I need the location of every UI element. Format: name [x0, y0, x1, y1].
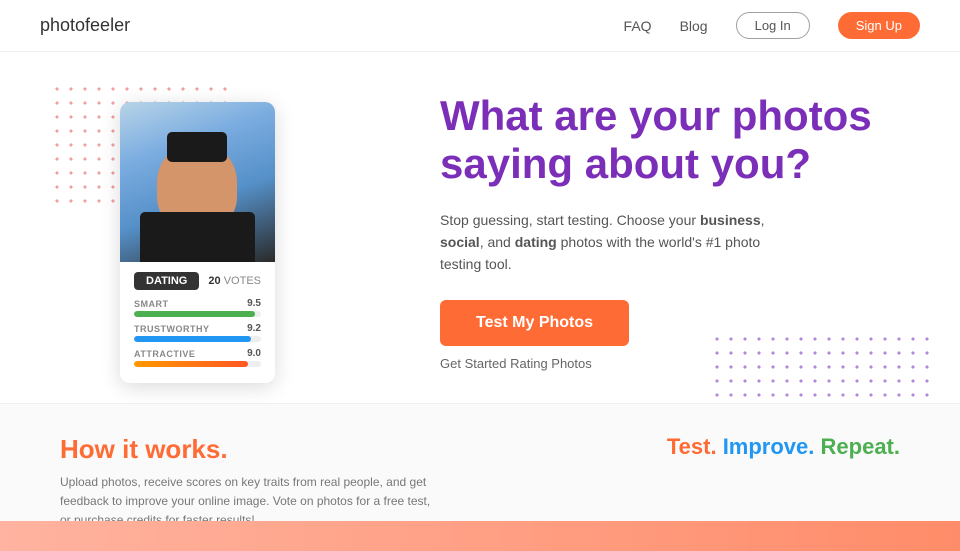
bar-score-trustworthy: 9.2 — [247, 323, 261, 334]
hero-section: DATING 20 VOTES SMART 9.5 — [0, 52, 960, 403]
bar-label-attractive: ATTRACTIVE — [134, 349, 195, 359]
signup-button[interactable]: Sign Up — [838, 12, 920, 39]
profile-photo — [120, 102, 275, 262]
improve-word: Improve. — [723, 434, 815, 459]
nav: FAQ Blog Log In Sign Up — [624, 12, 920, 39]
shirt-illustration — [140, 212, 255, 262]
bar-fill-smart — [134, 311, 255, 317]
votes-count: 20 — [208, 275, 220, 287]
header: photofeeler FAQ Blog Log In Sign Up — [0, 0, 960, 52]
subtext: Stop guessing, start testing. Choose you… — [440, 209, 780, 276]
bar-fill-trustworthy — [134, 336, 251, 342]
decorative-bottom-bar — [0, 521, 960, 551]
bar-label-smart: SMART — [134, 299, 169, 309]
hero-right: What are your photos saying about you? S… — [380, 92, 900, 371]
blog-link[interactable]: Blog — [680, 18, 708, 34]
bar-trustworthy: TRUSTWORTHY 9.2 — [134, 323, 261, 342]
hero-left: DATING 20 VOTES SMART 9.5 — [60, 92, 380, 383]
test-word: Test. — [667, 434, 717, 459]
faq-link[interactable]: FAQ — [624, 18, 652, 34]
headline: What are your photos saying about you? — [440, 92, 900, 189]
test-improve-repeat: Test. Improve. Repeat. — [667, 434, 900, 460]
rating-section: DATING 20 VOTES SMART 9.5 — [120, 262, 275, 383]
repeat-word: Repeat. — [821, 434, 900, 459]
login-button[interactable]: Log In — [736, 12, 810, 39]
bar-fill-attractive — [134, 361, 248, 367]
bar-label-trustworthy: TRUSTWORTHY — [134, 324, 210, 334]
bar-score-smart: 9.5 — [247, 298, 261, 309]
votes-display: 20 VOTES — [208, 275, 261, 287]
logo: photofeeler — [40, 15, 130, 36]
bar-track-smart — [134, 311, 261, 317]
bar-smart: SMART 9.5 — [134, 298, 261, 317]
bar-score-attractive: 9.0 — [247, 348, 261, 359]
photo-card: DATING 20 VOTES SMART 9.5 — [120, 102, 275, 383]
votes-label-text: VOTES — [224, 275, 261, 287]
tab-dating[interactable]: DATING — [134, 272, 199, 290]
bar-track-trustworthy — [134, 336, 261, 342]
bar-track-attractive — [134, 361, 261, 367]
bar-attractive: ATTRACTIVE 9.0 — [134, 348, 261, 367]
how-it-works-section: How it works. Upload photos, receive sco… — [0, 403, 960, 551]
test-my-photos-button[interactable]: Test My Photos — [440, 300, 629, 346]
rating-tabs: DATING 20 VOTES — [134, 272, 261, 290]
